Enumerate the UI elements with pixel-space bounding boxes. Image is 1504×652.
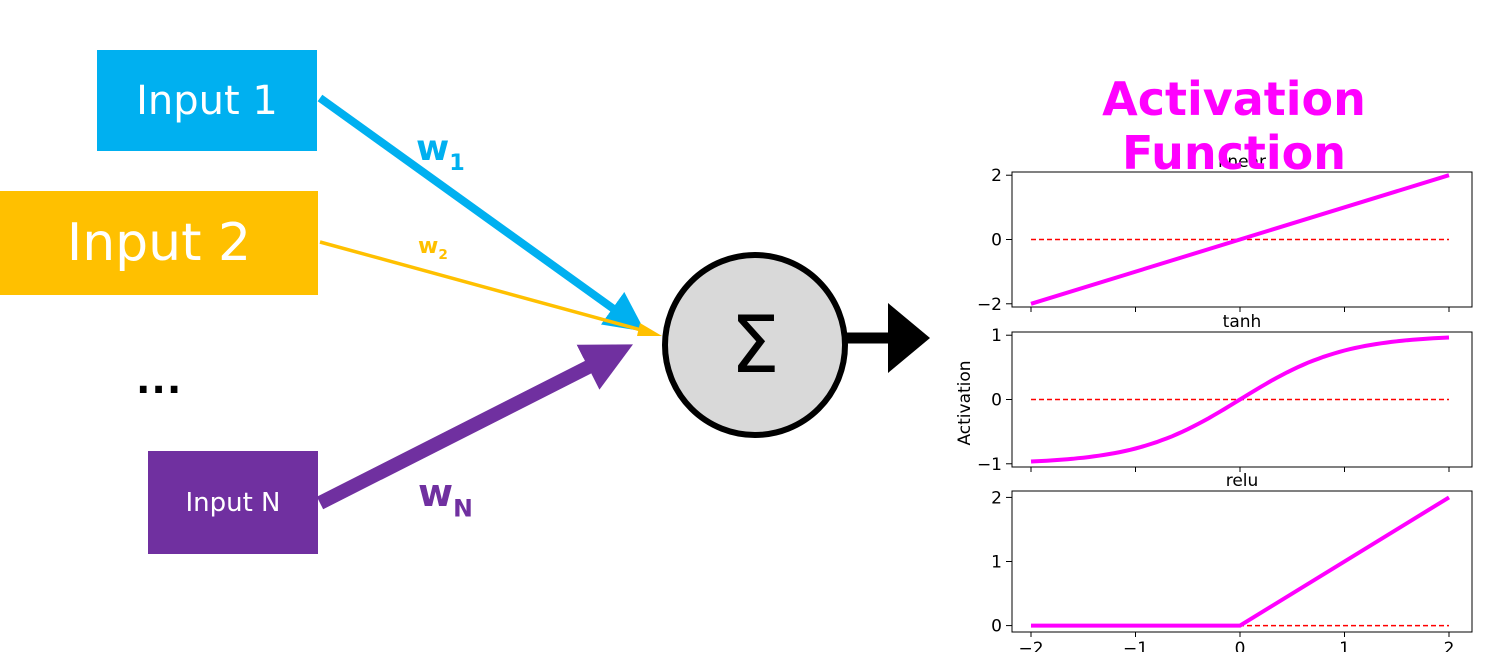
y-tick-label: 0 bbox=[991, 231, 1002, 251]
y-tick-label: 1 bbox=[991, 553, 1002, 573]
activation-function-title: Activation Function bbox=[1102, 72, 1366, 180]
weight-wn-base: w bbox=[418, 471, 454, 515]
y-tick-label: 2 bbox=[991, 488, 1002, 508]
weight-wn-sub: N bbox=[453, 494, 473, 523]
y-tick-label: −1 bbox=[977, 455, 1002, 475]
curve-relu bbox=[1031, 495, 1451, 628]
plot-title-tanh: tanh bbox=[1223, 312, 1262, 332]
weight-w2-base: w bbox=[418, 234, 439, 259]
y-tick-label: 0 bbox=[991, 391, 1002, 411]
x-tick-label: 1 bbox=[1339, 639, 1350, 652]
edge-w2-arrowhead bbox=[637, 323, 662, 336]
weight-w2-label: w2 bbox=[418, 236, 448, 263]
weight-wn-label: wN bbox=[418, 474, 473, 521]
x-tick-label: 2 bbox=[1444, 639, 1455, 652]
plot-frame-relu bbox=[1011, 490, 1473, 633]
y-tick-label: 0 bbox=[991, 617, 1002, 637]
weight-w1-sub: 1 bbox=[449, 150, 465, 177]
plot-title-relu: relu bbox=[1226, 471, 1259, 491]
weight-w1-label: w1 bbox=[416, 128, 465, 177]
y-axis-label: Activation bbox=[955, 360, 975, 445]
y-tick-label: 1 bbox=[991, 326, 1002, 346]
x-tick-label: −1 bbox=[1123, 639, 1148, 652]
weight-w2-sub: 2 bbox=[438, 247, 448, 264]
output-arrow-head bbox=[888, 303, 930, 373]
edge-w1 bbox=[317, 94, 646, 332]
edge-w2 bbox=[319, 240, 653, 335]
x-tick-label: −2 bbox=[1018, 639, 1043, 652]
weight-w1-base: w bbox=[416, 128, 450, 169]
x-tick-label: 0 bbox=[1235, 639, 1246, 652]
activation-plots: linear20−2tanh10−1relu210−2 −1 0 1 2Activati… bbox=[955, 152, 1473, 652]
y-tick-label: −2 bbox=[977, 295, 1002, 315]
summation-symbol: Σ bbox=[730, 301, 779, 391]
